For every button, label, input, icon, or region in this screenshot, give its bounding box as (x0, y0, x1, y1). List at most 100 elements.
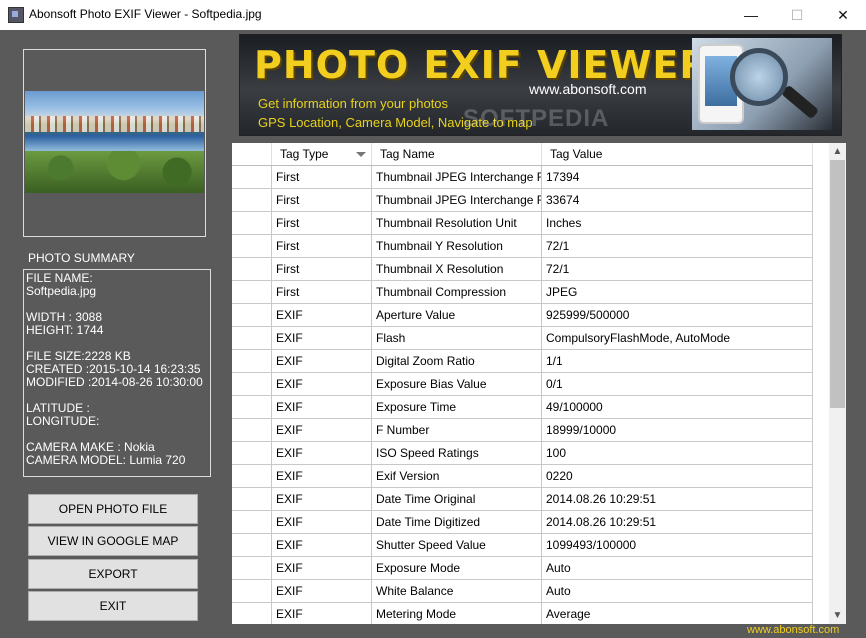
scroll-thumb[interactable] (830, 160, 845, 408)
table-row[interactable]: EXIF F Number 18999/10000 (232, 419, 813, 442)
photo-town-detail (25, 116, 204, 132)
tag-value-cell: 0/1 (542, 373, 813, 396)
table-row[interactable]: First Thumbnail JPEG Interchange F... 3367… (232, 189, 813, 212)
app-icon[interactable] (8, 7, 24, 23)
tag-value-cell: Average (542, 603, 813, 624)
tag-name-cell: Date Time Digitized (372, 511, 542, 534)
photo-thumbnail (25, 91, 204, 193)
tag-name-cell: Digital Zoom Ratio (372, 350, 542, 373)
tag-type-cell: EXIF (272, 603, 372, 624)
tag-name-cell: F Number (372, 419, 542, 442)
tag-value-cell: 33674 (542, 189, 813, 212)
tag-type-cell: EXIF (272, 557, 372, 580)
tag-name-cell: Thumbnail Y Resolution (372, 235, 542, 258)
close-button[interactable]: ✕ (820, 0, 866, 30)
row-selector[interactable] (232, 258, 272, 281)
sort-arrow-icon[interactable] (356, 152, 366, 157)
table-row[interactable]: EXIF Aperture Value 925999/500000 (232, 304, 813, 327)
tag-name-cell: Metering Mode (372, 603, 542, 624)
row-selector[interactable] (232, 166, 272, 189)
table-row[interactable]: EXIF Exposure Mode Auto (232, 557, 813, 580)
tag-value-cell: 18999/10000 (542, 419, 813, 442)
table-row[interactable]: First Thumbnail Resolution Unit Inches (232, 212, 813, 235)
row-selector[interactable] (232, 419, 272, 442)
export-button[interactable]: EXPORT (28, 559, 198, 589)
row-selector[interactable] (232, 235, 272, 258)
tag-type-cell: EXIF (272, 396, 372, 419)
view-in-google-map-button[interactable]: VIEW IN GOOGLE MAP (28, 526, 198, 556)
tag-name-cell: Exposure Time (372, 396, 542, 419)
table-row[interactable]: First Thumbnail Compression JPEG (232, 281, 813, 304)
row-selector[interactable] (232, 557, 272, 580)
summary-line: MODIFIED :2014-08-26 10:30:00 (26, 375, 203, 389)
summary-line: HEIGHT: 1744 (26, 323, 104, 337)
tag-name-cell: Exif Version (372, 465, 542, 488)
scroll-down-icon[interactable]: ▼ (829, 607, 846, 624)
row-selector[interactable] (232, 511, 272, 534)
row-selector[interactable] (232, 396, 272, 419)
header-tag-type[interactable]: Tag Type (272, 143, 372, 165)
scroll-up-icon[interactable]: ▲ (829, 143, 846, 160)
photo-trees-detail (25, 151, 204, 193)
row-selector[interactable] (232, 534, 272, 557)
title-bar: Abonsoft Photo EXIF Viewer - Softpedia.j… (0, 0, 866, 30)
photo-preview-frame (23, 49, 206, 237)
table-row[interactable]: EXIF Date Time Original 2014.08.26 10:29:5… (232, 488, 813, 511)
tag-value-cell: 2014.08.26 10:29:51 (542, 488, 813, 511)
row-selector[interactable] (232, 373, 272, 396)
table-row[interactable]: First Thumbnail JPEG Interchange F... 1739… (232, 166, 813, 189)
vertical-scrollbar[interactable]: ▲ ▼ (829, 143, 846, 624)
table-row[interactable]: EXIF Exif Version 0220 (232, 465, 813, 488)
photo-summary-box: FILE NAME: Softpedia.jpg WIDTH : 3088 HEIGH… (23, 269, 211, 477)
row-selector[interactable] (232, 465, 272, 488)
footer-url[interactable]: www.abonsoft.com (747, 624, 839, 636)
table-row[interactable]: EXIF Date Time Digitized 2014.08.26 10:29:… (232, 511, 813, 534)
table-row[interactable]: EXIF Digital Zoom Ratio 1/1 (232, 350, 813, 373)
table-row[interactable]: EXIF White Balance Auto (232, 580, 813, 603)
tag-name-cell: Flash (372, 327, 542, 350)
tag-type-cell: EXIF (272, 534, 372, 557)
tag-value-cell: 0220 (542, 465, 813, 488)
tag-type-cell: EXIF (272, 488, 372, 511)
tag-type-cell: EXIF (272, 419, 372, 442)
table-row[interactable]: EXIF Shutter Speed Value 1099493/100000 (232, 534, 813, 557)
summary-line: Softpedia.jpg (26, 284, 97, 298)
tag-name-cell: Exposure Bias Value (372, 373, 542, 396)
table-row[interactable]: First Thumbnail Y Resolution 72/1 (232, 235, 813, 258)
row-selector[interactable] (232, 281, 272, 304)
tag-name-cell: Thumbnail X Resolution (372, 258, 542, 281)
tag-value-cell: 72/1 (542, 258, 813, 281)
row-selector[interactable] (232, 350, 272, 373)
open-photo-file-button[interactable]: OPEN PHOTO FILE (28, 494, 198, 524)
row-selector[interactable] (232, 212, 272, 235)
table-row[interactable]: EXIF Metering Mode Average (232, 603, 813, 624)
tag-type-cell: EXIF (272, 373, 372, 396)
tag-value-cell: 1/1 (542, 350, 813, 373)
row-selector[interactable] (232, 189, 272, 212)
tag-value-cell: 49/100000 (542, 396, 813, 419)
table-row[interactable]: EXIF Flash CompulsoryFlashMode, AutoMode (232, 327, 813, 350)
window-title: Abonsoft Photo EXIF Viewer - Softpedia.j… (29, 7, 262, 21)
table-row[interactable]: EXIF Exposure Bias Value 0/1 (232, 373, 813, 396)
minimize-button[interactable]: — (728, 0, 774, 30)
photo-summary-heading: PHOTO SUMMARY (28, 251, 135, 265)
header-tag-name[interactable]: Tag Name (372, 143, 542, 165)
row-selector[interactable] (232, 327, 272, 350)
table-row[interactable]: EXIF Exposure Time 49/100000 (232, 396, 813, 419)
tag-type-cell: First (272, 258, 372, 281)
tag-value-cell: 2014.08.26 10:29:51 (542, 511, 813, 534)
header-tag-value[interactable]: Tag Value (542, 143, 813, 165)
exit-button[interactable]: EXIT (28, 591, 198, 621)
row-selector[interactable] (232, 488, 272, 511)
tag-type-cell: First (272, 189, 372, 212)
tag-value-cell: Auto (542, 557, 813, 580)
tag-type-cell: EXIF (272, 511, 372, 534)
row-selector[interactable] (232, 304, 272, 327)
row-selector[interactable] (232, 603, 272, 624)
maximize-button: ☐ (790, 7, 804, 23)
row-selector[interactable] (232, 442, 272, 465)
table-row[interactable]: EXIF ISO Speed Ratings 100 (232, 442, 813, 465)
row-selector[interactable] (232, 580, 272, 603)
table-row[interactable]: First Thumbnail X Resolution 72/1 (232, 258, 813, 281)
tag-name-cell: Date Time Original (372, 488, 542, 511)
